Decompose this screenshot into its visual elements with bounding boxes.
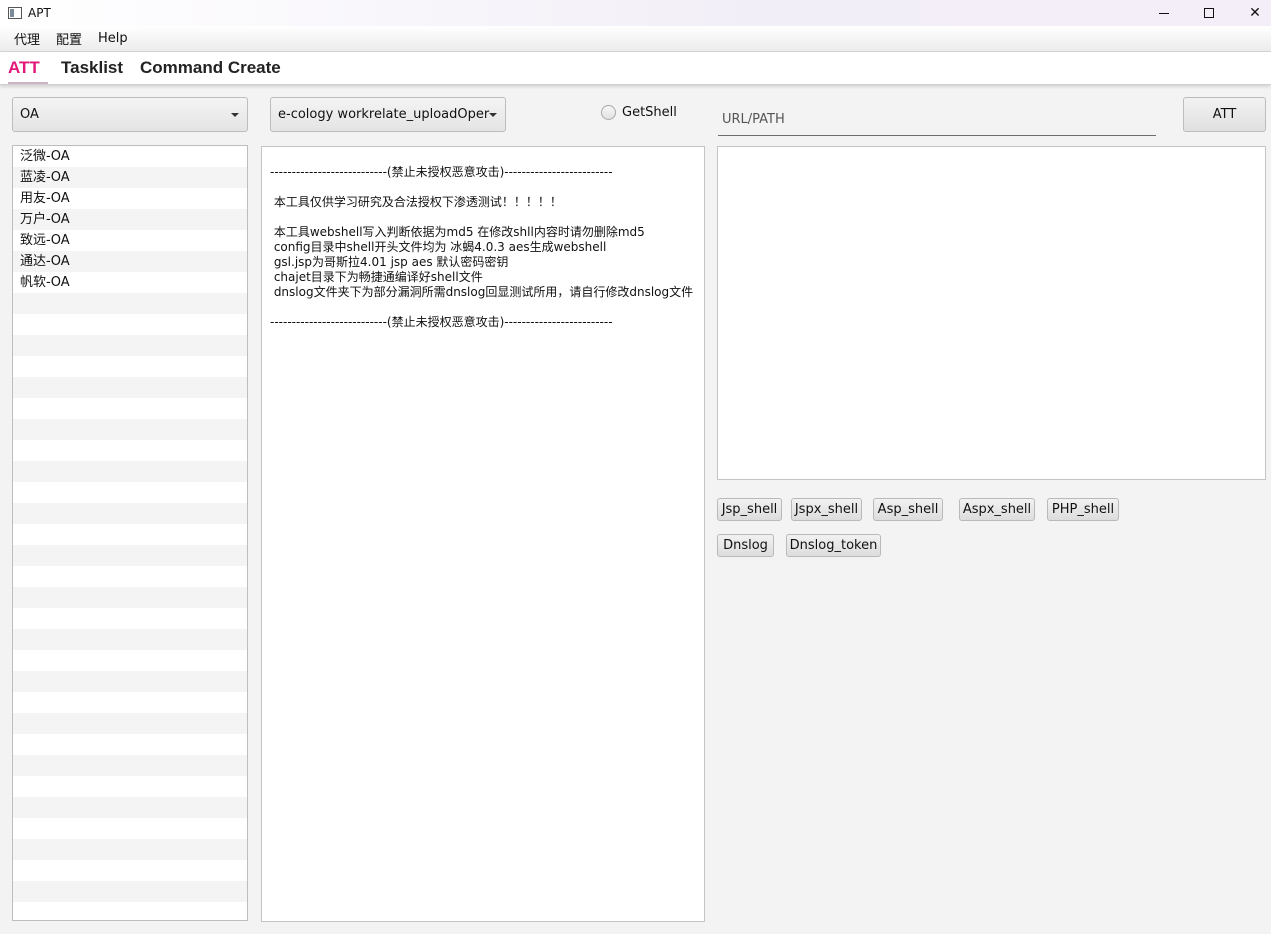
list-item-empty bbox=[13, 566, 247, 587]
info-line: config目录中shell开头文件均为 冰蝎4.0.3 aes生成webshe… bbox=[270, 240, 607, 254]
list-item-empty bbox=[13, 902, 247, 920]
list-item-empty bbox=[13, 860, 247, 881]
list-item[interactable]: 帆软-OA bbox=[13, 272, 247, 293]
list-item-empty bbox=[13, 776, 247, 797]
list-item-empty bbox=[13, 839, 247, 860]
list-item-empty bbox=[13, 524, 247, 545]
maximize-icon bbox=[1204, 8, 1214, 18]
list-item-empty bbox=[13, 335, 247, 356]
list-item-empty bbox=[13, 482, 247, 503]
list-item-empty bbox=[13, 356, 247, 377]
info-line bbox=[270, 210, 694, 225]
list-item-empty bbox=[13, 818, 247, 839]
asp-shell-button[interactable]: Asp_shell bbox=[873, 498, 943, 521]
info-line: chajet目录下为畅捷通编译好shell文件 bbox=[270, 270, 483, 284]
list-item-empty bbox=[13, 650, 247, 671]
window-title: APT bbox=[28, 6, 51, 20]
close-icon: ✕ bbox=[1249, 5, 1261, 21]
list-item-empty bbox=[13, 419, 247, 440]
info-line bbox=[270, 300, 694, 315]
list-item-empty bbox=[13, 377, 247, 398]
minimize-button[interactable] bbox=[1141, 0, 1187, 26]
exploit-select[interactable]: e-cology workrelate_uploadOperati... bbox=[270, 97, 506, 132]
url-input[interactable] bbox=[718, 98, 1156, 136]
list-item-empty bbox=[13, 671, 247, 692]
close-button[interactable]: ✕ bbox=[1232, 0, 1271, 26]
aspx-shell-button[interactable]: Aspx_shell bbox=[959, 498, 1035, 521]
list-item-empty bbox=[13, 608, 247, 629]
tab-command-create[interactable]: Command Create bbox=[140, 52, 281, 84]
info-line: ---------------------------(禁止未授权恶意攻击)--… bbox=[270, 165, 613, 179]
category-select[interactable]: OA bbox=[12, 97, 248, 132]
list-item[interactable]: 万户-OA bbox=[13, 209, 247, 230]
menu-help[interactable]: Help bbox=[90, 31, 136, 46]
info-line: dnslog文件夹下为部分漏洞所需dnslog回显测试所用，请自行修改dnslo… bbox=[270, 285, 694, 299]
jspx-shell-button[interactable]: Jspx_shell bbox=[791, 498, 862, 521]
info-line: 本工具webshell写入判断依据为md5 在修改shll内容时请勿删除md5 bbox=[270, 225, 645, 239]
menu-bar: 代理 配置 Help bbox=[0, 26, 1271, 52]
list-item-empty bbox=[13, 398, 247, 419]
list-item-empty bbox=[13, 755, 247, 776]
info-line bbox=[270, 180, 694, 195]
tab-att[interactable]: ATT bbox=[8, 52, 48, 84]
list-item[interactable]: 蓝凌-OA bbox=[13, 167, 247, 188]
category-list[interactable]: 泛微-OA 蓝凌-OA 用友-OA 万户-OA 致远-OA 通达-OA 帆软-O… bbox=[12, 145, 248, 921]
info-line: gsl.jsp为哥斯拉4.01 jsp aes 默认密码密钥 bbox=[270, 255, 509, 269]
radio-button-icon[interactable] bbox=[601, 105, 616, 120]
jsp-shell-button[interactable]: Jsp_shell bbox=[717, 498, 782, 521]
list-item-empty bbox=[13, 461, 247, 482]
getshell-radio[interactable]: GetShell bbox=[601, 105, 677, 120]
list-item-empty bbox=[13, 734, 247, 755]
php-shell-button[interactable]: PHP_shell bbox=[1047, 498, 1119, 521]
list-item[interactable]: 致远-OA bbox=[13, 230, 247, 251]
list-item-empty bbox=[13, 713, 247, 734]
list-item-empty bbox=[13, 797, 247, 818]
list-item[interactable]: 用友-OA bbox=[13, 188, 247, 209]
list-item[interactable]: 泛微-OA bbox=[13, 146, 247, 167]
menu-proxy[interactable]: 代理 bbox=[6, 29, 48, 48]
category-select-value: OA bbox=[20, 107, 39, 122]
tab-bar: ATT Tasklist Command Create bbox=[0, 52, 1271, 85]
list-item[interactable]: 通达-OA bbox=[13, 251, 247, 272]
list-item-empty bbox=[13, 440, 247, 461]
list-item-empty bbox=[13, 503, 247, 524]
att-button[interactable]: ATT bbox=[1183, 97, 1266, 132]
minimize-icon bbox=[1159, 12, 1169, 14]
dnslog-token-button[interactable]: Dnslog_token bbox=[786, 534, 881, 557]
maximize-button[interactable] bbox=[1186, 0, 1232, 26]
info-line: ---------------------------(禁止未授权恶意攻击)--… bbox=[270, 315, 613, 329]
tab-tasklist[interactable]: Tasklist bbox=[61, 52, 123, 84]
app-icon bbox=[8, 7, 22, 19]
chevron-down-icon bbox=[489, 113, 497, 117]
list-item-empty bbox=[13, 545, 247, 566]
menu-config[interactable]: 配置 bbox=[48, 29, 90, 48]
info-line: 本工具仅供学习研究及合法授权下渗透测试！！！！！ bbox=[270, 195, 562, 209]
list-item-empty bbox=[13, 293, 247, 314]
list-item-empty bbox=[13, 692, 247, 713]
title-bar: APT ✕ bbox=[0, 0, 1271, 26]
dnslog-button[interactable]: Dnslog bbox=[717, 534, 774, 557]
getshell-label: GetShell bbox=[622, 105, 677, 120]
list-item-empty bbox=[13, 881, 247, 902]
list-item-empty bbox=[13, 314, 247, 335]
info-text-area[interactable]: ---------------------------(禁止未授权恶意攻击)--… bbox=[261, 146, 705, 922]
chevron-down-icon bbox=[231, 113, 239, 117]
list-item-empty bbox=[13, 629, 247, 650]
list-item-empty bbox=[13, 587, 247, 608]
output-text-area[interactable] bbox=[717, 146, 1266, 480]
exploit-select-value: e-cology workrelate_uploadOperati... bbox=[278, 107, 490, 122]
